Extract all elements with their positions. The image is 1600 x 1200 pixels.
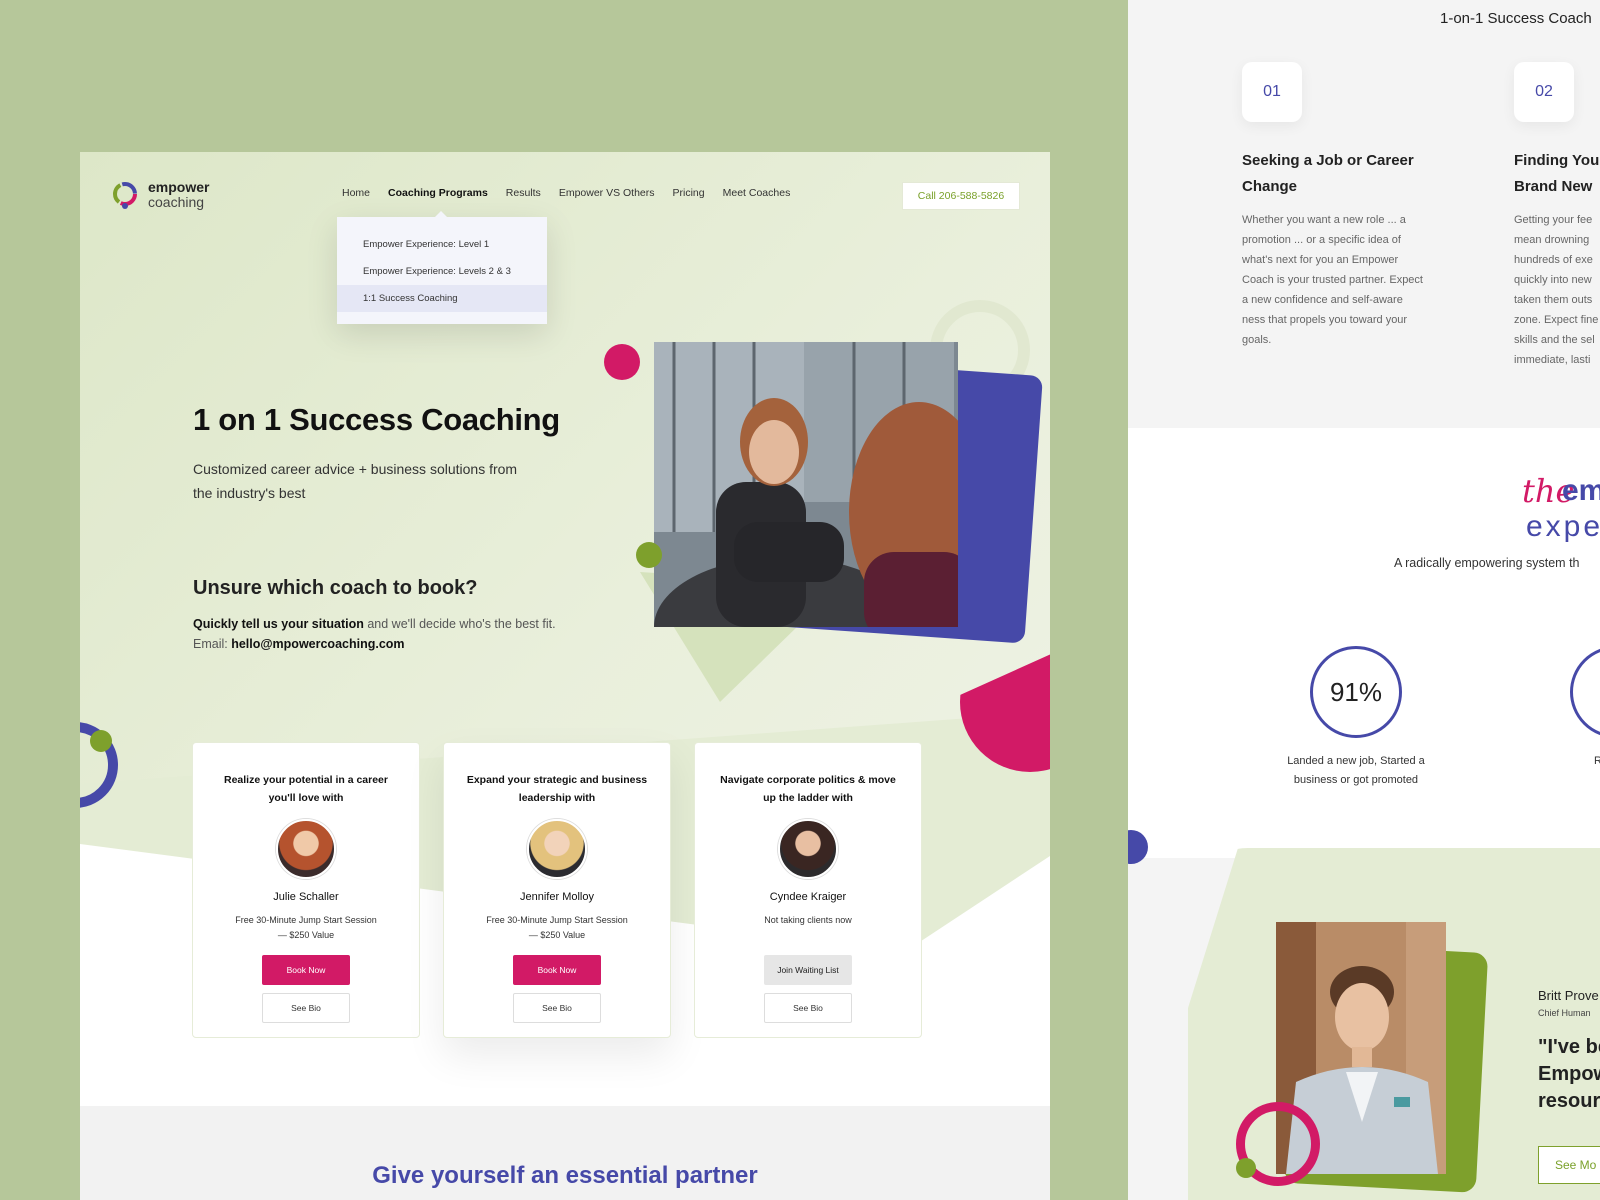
join-waiting-list-button[interactable]: Join Waiting List <box>764 955 852 985</box>
testimonial-name: Britt Prove <box>1538 988 1599 1003</box>
dropdown-item-levels-2-3[interactable]: Empower Experience: Levels 2 & 3 <box>337 258 547 285</box>
coach-card-heading: Expand your strategic and business leade… <box>466 774 648 804</box>
secondary-page-panel: 1-on-1 Success Coach 01 02 Seeking a Job… <box>1128 0 1600 1200</box>
testimonial-quote: "I've be Empow resour <box>1538 1034 1600 1115</box>
main-page: empower coaching Home Coaching Programs … <box>80 152 1050 1200</box>
avatar <box>276 819 336 879</box>
dropdown-item-level-1[interactable]: Empower Experience: Level 1 <box>337 231 547 258</box>
coach-offer: Not taking clients now <box>764 915 852 925</box>
coaching-programs-dropdown: Empower Experience: Level 1 Empower Expe… <box>337 211 547 324</box>
body-line: immediate, lasti <box>1514 354 1591 366</box>
section-body: Getting your fee mean drowning hundreds … <box>1514 210 1598 370</box>
section-heading: Finding You Brand New <box>1514 148 1599 200</box>
coach-card: Realize your potential in a career you'l… <box>192 742 420 1038</box>
logo-text-primary: empower <box>148 179 210 195</box>
avatar <box>778 819 838 879</box>
coach-name: Julie Schaller <box>273 891 339 903</box>
partner-heading: Give yourself an essential partner <box>372 1162 758 1189</box>
coach-name: Jennifer Molloy <box>520 891 594 903</box>
body-line: ness that propels you toward your <box>1242 314 1408 326</box>
book-now-button[interactable]: Book Now <box>513 955 601 985</box>
body-line: what's next for you an Empower <box>1242 254 1399 266</box>
avatar <box>527 819 587 879</box>
body-line: hundreds of exe <box>1514 254 1593 266</box>
unsure-heading: Unsure which coach to book? <box>193 577 478 599</box>
body-line: quickly into new <box>1514 274 1592 286</box>
email-label: Email: <box>193 637 232 651</box>
nav-home[interactable]: Home <box>342 187 370 199</box>
section-heading-line: Change <box>1242 178 1298 195</box>
body-line: Getting your fee <box>1514 214 1593 226</box>
coach-card: Navigate corporate politics & move up th… <box>694 742 922 1038</box>
body-line: Coach is your trusted partner. Expect <box>1242 274 1423 286</box>
unsure-text: Quickly tell us your situation and we'll… <box>193 614 556 654</box>
logo-icon <box>110 180 140 210</box>
experience-tagline: A radically empowering system th <box>1394 556 1580 570</box>
nav-meet-coaches[interactable]: Meet Coaches <box>723 187 791 199</box>
stat-label: Landed a new job, Started a business or … <box>1287 755 1425 786</box>
body-line: a new confidence and self-aware <box>1242 294 1403 306</box>
nav-pricing[interactable]: Pricing <box>673 187 705 199</box>
nav-empower-vs-others[interactable]: Empower VS Others <box>559 187 655 199</box>
body-line: Whether you want a new role ... a <box>1242 214 1406 226</box>
coach-offer: Free 30-Minute Jump Start Session — $250… <box>486 915 628 940</box>
see-more-button[interactable]: See Mo <box>1538 1146 1600 1184</box>
unsure-rest: and we'll decide who's the best fit. <box>363 617 556 631</box>
decor-dot-green <box>1236 1158 1256 1178</box>
dropdown-item-success-coaching[interactable]: 1:1 Success Coaching <box>337 285 547 312</box>
coach-card: Expand your strategic and business leade… <box>443 742 671 1038</box>
decor-dot-pink <box>604 344 640 380</box>
section-heading-line: Seeking a Job or Career <box>1242 152 1414 169</box>
body-line: mean drowning <box>1514 234 1590 246</box>
body-line: skills and the sel <box>1514 334 1595 346</box>
quote-line: resour <box>1538 1090 1600 1112</box>
body-line: goals. <box>1242 334 1272 346</box>
see-bio-button[interactable]: See Bio <box>764 993 852 1023</box>
stat-label: Recomm <box>1593 755 1600 767</box>
section-heading-line: Finding You <box>1514 152 1600 169</box>
body-line: taken them outs <box>1514 294 1593 306</box>
quote-line: Empow <box>1538 1063 1600 1085</box>
panel-top-title: 1-on-1 Success Coach <box>1440 10 1592 27</box>
testimonial-role: Chief Human <box>1538 1008 1591 1018</box>
see-bio-button[interactable]: See Bio <box>262 993 350 1023</box>
hero-photo <box>654 342 958 627</box>
call-button[interactable]: Call 206-588-5826 <box>902 182 1020 210</box>
decor-dot-green-small <box>90 730 112 752</box>
experience-logo-bold: em <box>1562 474 1600 507</box>
decor-dot-green <box>636 542 662 568</box>
coach-offer: Free 30-Minute Jump Start Session — $250… <box>235 915 377 940</box>
nav-results[interactable]: Results <box>506 187 541 199</box>
section-body: Whether you want a new role ... a promot… <box>1242 210 1423 350</box>
experience-logo-word: expe <box>1526 510 1600 543</box>
logo[interactable]: empower coaching <box>110 180 209 210</box>
quote-line: "I've be <box>1538 1036 1600 1058</box>
hero-subtitle: Customized career advice + business solu… <box>193 461 518 501</box>
coach-card-heading: Navigate corporate politics & move up th… <box>720 774 896 804</box>
section-heading-line: Brand New <box>1514 178 1593 195</box>
section-heading: Seeking a Job or Career Change <box>1242 148 1414 200</box>
body-line: promotion ... or a specific idea of <box>1242 234 1401 246</box>
unsure-bold: Quickly tell us your situation <box>193 617 364 631</box>
step-number: 02 <box>1514 62 1574 122</box>
coach-card-heading: Realize your potential in a career you'l… <box>224 774 388 804</box>
coach-name: Cyndee Kraiger <box>769 891 847 903</box>
book-now-button[interactable]: Book Now <box>262 955 350 985</box>
email-link[interactable]: hello@mpowercoaching.com <box>231 637 404 651</box>
main-nav: Home Coaching Programs Results Empower V… <box>342 187 790 199</box>
see-bio-button[interactable]: See Bio <box>513 993 601 1023</box>
body-line: zone. Expect fine <box>1514 314 1599 326</box>
stat-ring: 91% <box>1310 646 1402 738</box>
logo-text-secondary: coaching <box>148 194 205 210</box>
page-title: 1 on 1 Success Coaching <box>193 402 560 437</box>
nav-coaching-programs[interactable]: Coaching Programs <box>388 187 488 199</box>
step-number: 01 <box>1242 62 1302 122</box>
